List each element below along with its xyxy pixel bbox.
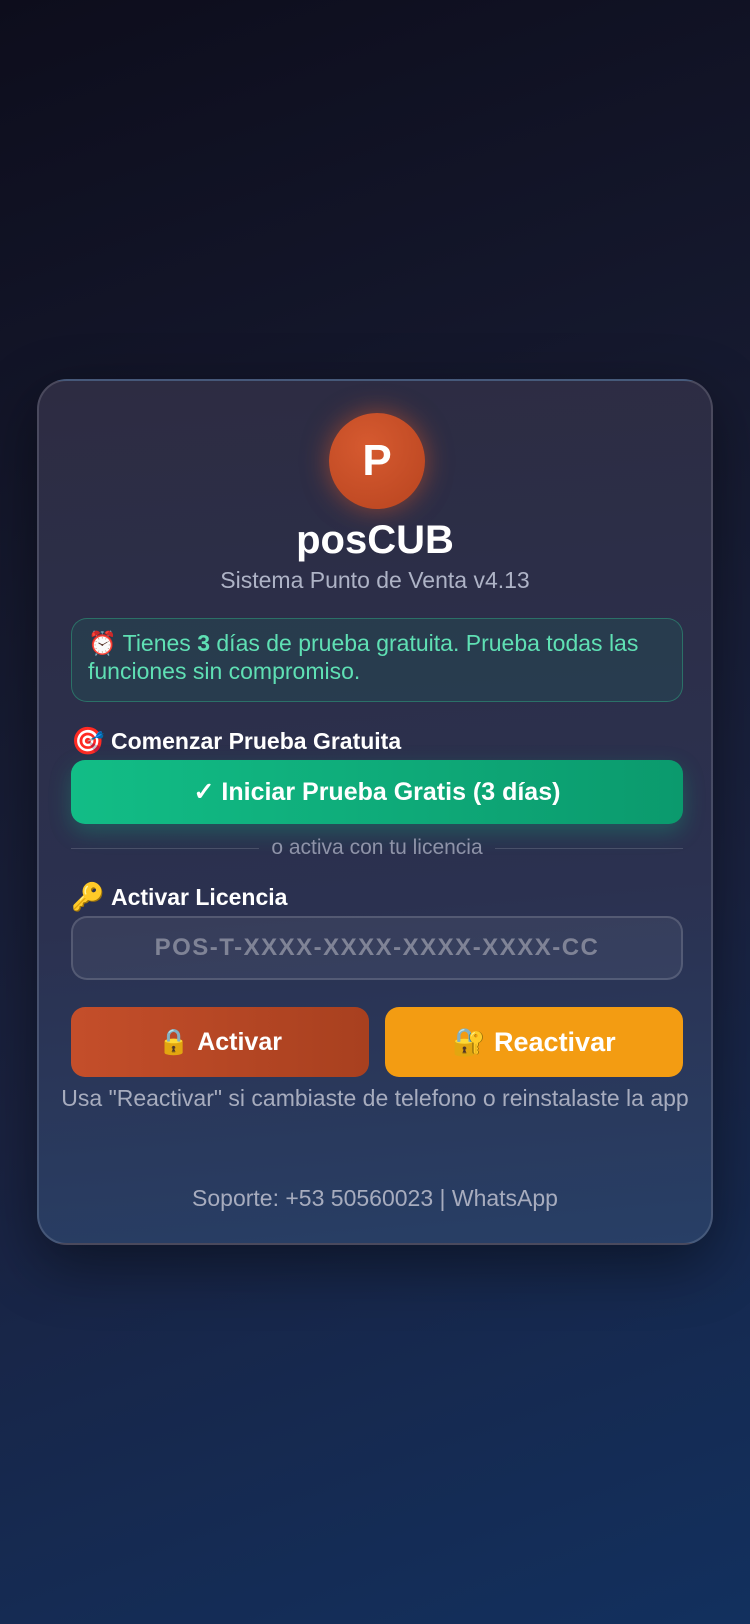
alarm-clock-icon: ⏰ xyxy=(88,630,117,656)
key-icon: 🔑 xyxy=(71,882,105,912)
trial-section-title: Comenzar Prueba Gratuita xyxy=(111,727,402,754)
activate-button[interactable]: 🔒 Activar xyxy=(71,1007,369,1077)
lock-with-key-icon: 🔐 xyxy=(452,1027,487,1057)
lock-icon: 🔒 xyxy=(158,1027,190,1056)
trial-section-label: 🎯 Comenzar Prueba Gratuita xyxy=(71,725,401,757)
app-name: posCUB xyxy=(296,518,454,562)
license-section-title: Activar Licencia xyxy=(111,883,288,910)
activate-button-label: Activar xyxy=(197,1027,282,1056)
app-logo: P xyxy=(329,413,425,509)
divider: o activa con tu licencia xyxy=(71,836,684,860)
trial-notice: ⏰ Tienes 3 días de prueba gratuita. Prue… xyxy=(71,618,683,702)
activation-card: P posCUB Sistema Punto de Venta v4.13 ⏰ … xyxy=(37,379,713,1245)
app-subtitle: Sistema Punto de Venta v4.13 xyxy=(220,567,530,593)
reactivate-button-label: Reactivar xyxy=(494,1026,616,1057)
logo-letter: P xyxy=(362,436,392,485)
reactivate-button[interactable]: 🔐 Reactivar xyxy=(385,1007,683,1077)
target-icon: 🎯 xyxy=(71,726,105,756)
divider-line-right xyxy=(494,847,684,849)
divider-line-left xyxy=(71,847,260,849)
divider-text: o activa con tu licencia xyxy=(271,836,483,859)
reactivate-hint: Usa "Reactivar" si cambiaste de telefono… xyxy=(61,1085,689,1111)
license-key-input[interactable] xyxy=(71,916,683,980)
license-section-label: 🔑 Activar Licencia xyxy=(71,881,287,913)
support-contact: Soporte: +53 50560023 | WhatsApp xyxy=(192,1185,558,1211)
trial-days-count: 3 xyxy=(197,630,210,656)
start-trial-button[interactable]: ✓ Iniciar Prueba Gratis (3 días) xyxy=(71,760,683,824)
trial-notice-prefix: Tienes xyxy=(122,630,191,656)
